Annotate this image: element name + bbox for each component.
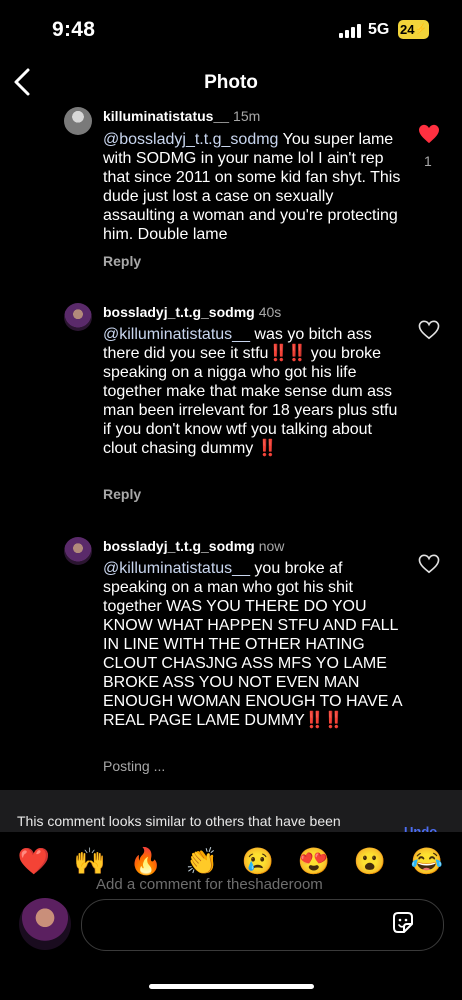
comment-text: @killuminatistatus__ was yo bitch ass th… bbox=[103, 325, 403, 458]
home-indicator bbox=[149, 984, 314, 989]
comment-text: @bossladyj_t.t.g_sodmg You super lame wi… bbox=[103, 130, 403, 244]
warning-text: This comment looks similar to others tha… bbox=[17, 813, 341, 829]
avatar[interactable] bbox=[64, 537, 92, 565]
similar-comment-warning: This comment looks similar to others tha… bbox=[0, 790, 462, 838]
comment-time: now bbox=[258, 538, 285, 554]
comment-username[interactable]: killuminatistatus__ bbox=[103, 108, 229, 124]
reaction-crying[interactable]: 😢 bbox=[240, 846, 276, 877]
like-count: 1 bbox=[424, 153, 432, 169]
battery-icon: 24 ⚡ bbox=[398, 20, 429, 39]
posting-status: Posting ... bbox=[103, 758, 166, 774]
mention-link[interactable]: @killuminatistatus__ bbox=[103, 326, 250, 343]
sticker-icon[interactable] bbox=[390, 910, 416, 936]
cellular-signal-icon bbox=[339, 24, 361, 38]
comment-time: 15m bbox=[233, 108, 261, 124]
comment-text: @killuminatistatus__ you broke af speaki… bbox=[103, 559, 403, 730]
avatar[interactable] bbox=[64, 303, 92, 331]
avatar[interactable] bbox=[64, 107, 92, 135]
heart-outline-icon[interactable] bbox=[418, 554, 440, 574]
double-exclamation-emoji: ‼️ bbox=[257, 440, 278, 457]
reaction-clap[interactable]: 👏 bbox=[184, 846, 220, 877]
page-title: Photo bbox=[204, 72, 258, 93]
comment-header: killuminatistatus__ 15m bbox=[103, 108, 260, 126]
network-type: 5G bbox=[368, 21, 390, 38]
comment-username[interactable]: bossladyj_t.t.g_sodmg bbox=[103, 304, 255, 320]
mention-link[interactable]: @bossladyj_t.t.g_sodmg bbox=[103, 131, 278, 148]
comment-body: you broke af speaking on a man who got h… bbox=[103, 560, 402, 729]
battery-level: 24 bbox=[400, 22, 415, 37]
double-exclamation-emoji: ‼️‼️ bbox=[268, 345, 307, 362]
comment-header: bossladyj_t.t.g_sodmg now bbox=[103, 538, 284, 556]
double-exclamation-emoji: ‼️‼️ bbox=[304, 712, 344, 729]
reaction-heart[interactable]: ❤️ bbox=[16, 846, 52, 877]
reaction-fire[interactable]: 🔥 bbox=[128, 846, 164, 877]
mention-link[interactable]: @killuminatistatus__ bbox=[103, 560, 250, 577]
reaction-laughing[interactable]: 😂 bbox=[409, 846, 445, 877]
comment-header: bossladyj_t.t.g_sodmg 40s bbox=[103, 304, 281, 322]
reply-button[interactable]: Reply bbox=[103, 486, 141, 502]
heart-filled-icon[interactable] bbox=[418, 124, 440, 144]
status-time: 9:48 bbox=[52, 18, 96, 41]
comment-username[interactable]: bossladyj_t.t.g_sodmg bbox=[103, 538, 255, 554]
reaction-raised-hands[interactable]: 🙌 bbox=[72, 846, 108, 877]
reaction-heart-eyes[interactable]: 😍 bbox=[296, 846, 332, 877]
my-avatar bbox=[19, 898, 71, 950]
reply-button[interactable]: Reply bbox=[103, 253, 141, 269]
reaction-surprised[interactable]: 😮 bbox=[352, 846, 388, 877]
comment-time: 40s bbox=[258, 304, 282, 320]
comment-placeholder[interactable]: Add a comment for theshaderoom bbox=[96, 876, 323, 893]
heart-outline-icon[interactable] bbox=[418, 320, 440, 340]
